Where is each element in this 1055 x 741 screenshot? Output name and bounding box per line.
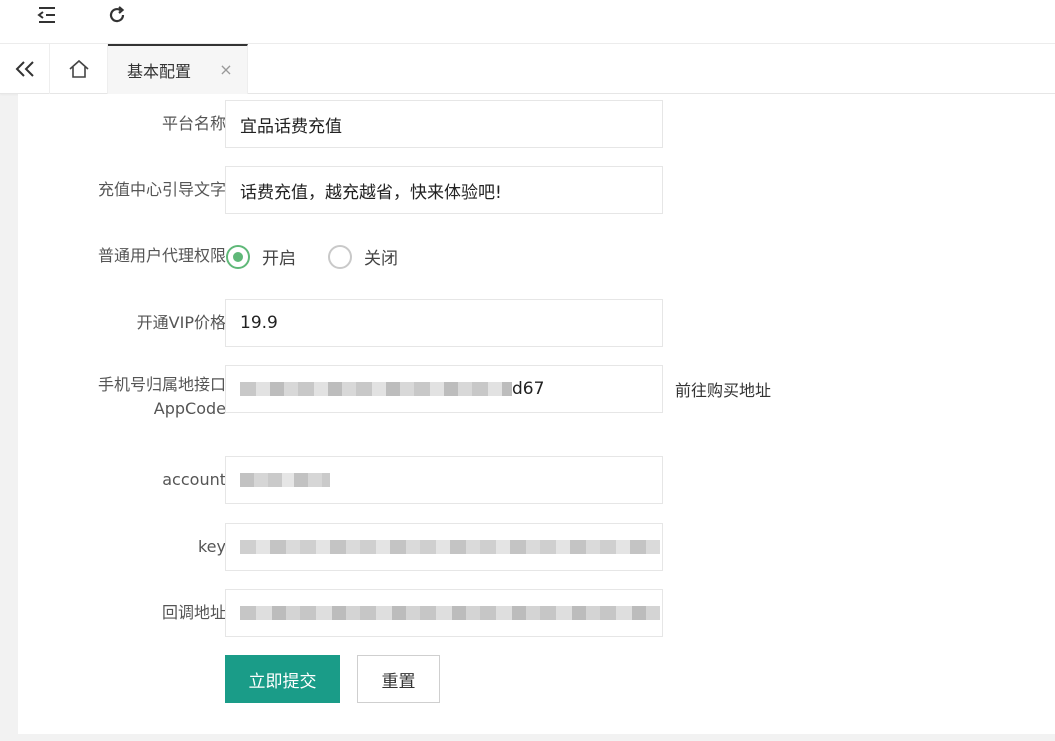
account-input[interactable]	[225, 456, 663, 504]
form-row-agent-permission: 普通用户代理权限 开启 关闭	[18, 232, 1055, 280]
masked-value	[240, 606, 660, 620]
radio-checked-icon	[226, 244, 250, 269]
guide-text-label: 充值中心引导文字	[97, 180, 226, 199]
submit-button[interactable]: 立即提交	[225, 655, 340, 703]
form-row-callback: 回调地址	[18, 589, 1055, 637]
double-chevron-left-icon[interactable]	[0, 44, 50, 94]
top-header	[0, 0, 1055, 44]
radio-disable-label: 关闭	[364, 249, 398, 269]
radio-unchecked-icon	[328, 244, 352, 269]
appcode-visible-suffix: d67	[512, 379, 545, 399]
masked-value	[240, 473, 330, 487]
platform-name-input[interactable]: 宜品话费充值	[225, 100, 663, 148]
guide-text-input[interactable]: 话费充值，越充越省，快来体验吧!	[225, 166, 663, 214]
config-form-card: 平台名称 宜品话费充值 充值中心引导文字 话费充值，越充越省，快来体验吧! 普通…	[18, 94, 1055, 734]
callback-input[interactable]	[225, 589, 663, 637]
home-icon[interactable]	[50, 44, 108, 94]
key-input[interactable]	[225, 523, 663, 571]
vip-price-label: 开通VIP价格	[136, 313, 226, 332]
appcode-input[interactable]: d67	[225, 365, 663, 413]
tab-label: 基本配置	[127, 62, 192, 81]
purchase-link[interactable]: 前往购买地址	[675, 377, 771, 401]
indent-menu-icon[interactable]	[22, 0, 72, 30]
form-actions: 立即提交 重置	[18, 655, 1055, 703]
radio-disable[interactable]: 关闭	[328, 244, 398, 269]
appcode-label-line1: 手机号归属地接口	[97, 375, 226, 394]
key-label: key	[197, 537, 226, 556]
form-row-account: account	[18, 456, 1055, 504]
appcode-label-line2: AppCode	[153, 399, 226, 418]
account-label: account	[162, 470, 226, 489]
callback-label: 回调地址	[161, 603, 226, 622]
agent-permission-label: 普通用户代理权限	[97, 246, 226, 265]
form-row-key: key	[18, 523, 1055, 571]
platform-name-label: 平台名称	[161, 114, 226, 133]
radio-enable[interactable]: 开启	[226, 244, 296, 269]
vip-price-input[interactable]: 19.9	[225, 299, 663, 347]
tab-basic-config[interactable]: 基本配置 ×	[108, 44, 248, 94]
radio-enable-label: 开启	[262, 249, 296, 269]
tab-strip: 基本配置 ×	[0, 44, 1055, 94]
masked-value	[240, 540, 660, 554]
form-row-appcode: 手机号归属地接口 AppCode d67 前往购买地址	[18, 365, 1055, 425]
form-row-guide-text: 充值中心引导文字 话费充值，越充越省，快来体验吧!	[18, 166, 1055, 214]
form-row-vip-price: 开通VIP价格 19.9	[18, 299, 1055, 347]
close-icon[interactable]: ×	[219, 60, 233, 79]
form-row-platform-name: 平台名称 宜品话费充值	[18, 100, 1055, 148]
refresh-icon[interactable]	[92, 0, 142, 30]
masked-value	[240, 382, 512, 396]
reset-button[interactable]: 重置	[357, 655, 440, 703]
